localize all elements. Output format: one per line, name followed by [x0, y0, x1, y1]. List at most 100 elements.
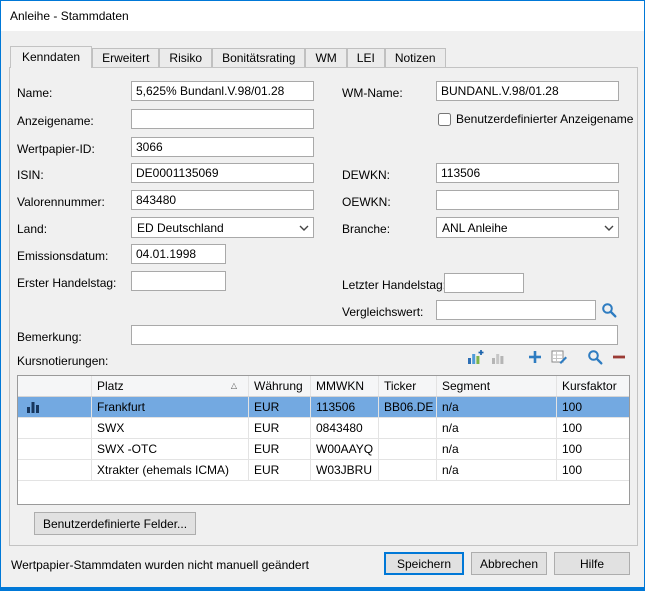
emissionsdatum-label: Emissionsdatum:: [17, 249, 108, 263]
custom-fields-button[interactable]: Benutzerdefinierte Felder...: [34, 512, 196, 535]
dewkn-label: DEWKN:: [342, 168, 390, 182]
dialog-anleihe-stammdaten: Anleihe - Stammdaten Kenndaten Erweitert…: [0, 0, 645, 591]
land-selected-value: ED Deutschland: [137, 221, 224, 235]
bar-chart-icon: [26, 401, 40, 413]
cell-ticker: [379, 418, 437, 438]
table-row-frankfurt[interactable]: Frankfurt EUR 113506 BB06.DE n/a 100: [18, 397, 629, 418]
cell-mmwkn: W03JBRU: [311, 460, 379, 480]
cell-waehrung: EUR: [249, 418, 311, 438]
cell-mmwkn: 0843480: [311, 418, 379, 438]
table-header-segment[interactable]: Segment: [437, 376, 557, 396]
land-label: Land:: [17, 222, 47, 236]
table-row-xtrakter[interactable]: Xtrakter (ehemals ICMA) EUR W03JBRU n/a …: [18, 460, 629, 481]
cell-segment: n/a: [437, 439, 557, 459]
cell-kursfaktor: 100: [557, 460, 629, 480]
table-header-marker[interactable]: [18, 376, 92, 396]
quotes-toolbar: [466, 348, 628, 366]
row-marker-cell: [18, 418, 92, 438]
tab-kenndaten[interactable]: Kenndaten: [10, 46, 92, 68]
bemerkung-label: Bemerkung:: [17, 330, 82, 344]
table-header-kursfaktor[interactable]: Kursfaktor: [557, 376, 629, 396]
cell-kursfaktor: 100: [557, 418, 629, 438]
cell-ticker: [379, 460, 437, 480]
wertpapier-id-input[interactable]: [131, 137, 314, 157]
quote-source-disabled-icon[interactable]: [490, 348, 508, 366]
cell-mmwkn: W00AAYQ: [311, 439, 379, 459]
table-row-swx-otc[interactable]: SWX -OTC EUR W00AAYQ n/a 100: [18, 439, 629, 460]
window-title: Anleihe - Stammdaten: [10, 9, 129, 23]
cell-waehrung: EUR: [249, 460, 311, 480]
quotes-table: Platz △ Währung MMWKN Ticker Segment Kur…: [17, 375, 630, 505]
cell-platz: Xtrakter (ehemals ICMA): [92, 460, 249, 480]
row-marker-cell: [18, 397, 92, 417]
cell-platz: Frankfurt: [92, 397, 249, 417]
cell-ticker: [379, 439, 437, 459]
table-header-ticker[interactable]: Ticker: [379, 376, 437, 396]
letzter-handelstag-input[interactable]: [444, 273, 524, 293]
isin-label: ISIN:: [17, 168, 44, 182]
bemerkung-input[interactable]: [131, 325, 618, 345]
table-row-swx[interactable]: SWX EUR 0843480 n/a 100: [18, 418, 629, 439]
kursnotierungen-label: Kursnotierungen:: [17, 354, 108, 368]
cell-platz: SWX: [92, 418, 249, 438]
row-marker-cell: [18, 460, 92, 480]
emissionsdatum-input[interactable]: [131, 244, 226, 264]
table-header-platz[interactable]: Platz △: [92, 376, 249, 396]
cell-segment: n/a: [437, 397, 557, 417]
add-quote-source-icon[interactable]: [466, 348, 484, 366]
save-button[interactable]: Speichern: [384, 552, 464, 575]
row-marker-cell: [18, 439, 92, 459]
add-row-icon[interactable]: [526, 348, 544, 366]
wertpapier-id-label: Wertpapier-ID:: [17, 142, 95, 156]
cell-kursfaktor: 100: [557, 397, 629, 417]
branche-select[interactable]: ANL Anleihe: [436, 217, 619, 238]
erster-handelstag-input[interactable]: [131, 271, 226, 291]
status-text: Wertpapier-Stammdaten wurden nicht manue…: [11, 558, 309, 572]
vergleichswert-label: Vergleichswert:: [342, 305, 423, 319]
dewkn-input[interactable]: [436, 163, 619, 183]
cell-ticker: BB06.DE: [379, 397, 437, 417]
help-button[interactable]: Hilfe: [554, 552, 630, 575]
vergleichswert-input[interactable]: [436, 300, 596, 320]
cell-platz: SWX -OTC: [92, 439, 249, 459]
erster-handelstag-label: Erster Handelstag:: [17, 276, 116, 290]
title-bar: Anleihe - Stammdaten: [1, 1, 644, 31]
tab-bonitaetsrating[interactable]: Bonitätsrating: [212, 48, 305, 67]
name-input[interactable]: [131, 81, 314, 101]
valorennummer-input[interactable]: [131, 190, 314, 210]
letzter-handelstag-label: Letzter Handelstag:: [342, 278, 446, 292]
wm-name-label: WM-Name:: [342, 86, 403, 100]
chevron-down-icon: [295, 218, 313, 237]
search-icon[interactable]: [586, 348, 604, 366]
custom-display-checkbox-label: Benutzerdefinierter Anzeigename: [456, 112, 633, 126]
table-header-mmwkn[interactable]: MMWKN: [311, 376, 379, 396]
land-select[interactable]: ED Deutschland: [131, 217, 314, 238]
remove-row-icon[interactable]: [610, 348, 628, 366]
name-label: Name:: [17, 86, 52, 100]
tab-notizen[interactable]: Notizen: [385, 48, 446, 67]
cell-mmwkn: 113506: [311, 397, 379, 417]
edit-row-icon[interactable]: [550, 348, 568, 366]
custom-display-checkbox-row: Benutzerdefinierter Anzeigename: [438, 112, 633, 126]
tab-risiko[interactable]: Risiko: [159, 48, 212, 67]
wm-name-input[interactable]: [436, 81, 619, 101]
tab-wm[interactable]: WM: [305, 48, 346, 67]
valorennummer-label: Valorennummer:: [17, 195, 105, 209]
chevron-down-icon: [600, 218, 618, 237]
tab-strip: Kenndaten Erweitert Risiko Bonitätsratin…: [10, 46, 446, 68]
branche-selected-value: ANL Anleihe: [442, 221, 508, 235]
table-header-waehrung[interactable]: Währung: [249, 376, 311, 396]
cancel-button[interactable]: Abbrechen: [471, 552, 547, 575]
tab-erweitert[interactable]: Erweitert: [92, 48, 159, 67]
anzeigename-input[interactable]: [131, 109, 314, 129]
branche-label: Branche:: [342, 222, 390, 236]
oewkn-input[interactable]: [436, 190, 619, 210]
cell-segment: n/a: [437, 418, 557, 438]
isin-input[interactable]: [131, 163, 314, 183]
anzeigename-label: Anzeigename:: [17, 114, 94, 128]
tab-lei[interactable]: LEI: [347, 48, 385, 67]
custom-display-checkbox[interactable]: [438, 113, 451, 126]
cell-waehrung: EUR: [249, 439, 311, 459]
vergleichswert-search-icon[interactable]: [600, 301, 618, 319]
cell-waehrung: EUR: [249, 397, 311, 417]
